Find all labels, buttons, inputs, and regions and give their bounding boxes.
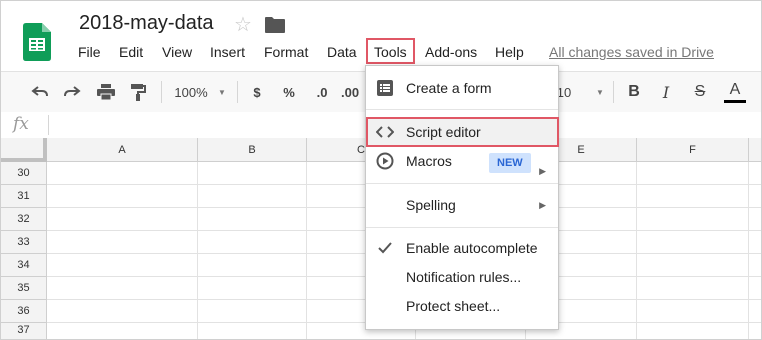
menu-item-protect-sheet[interactable]: Protect sheet... xyxy=(366,292,558,320)
menu-help[interactable]: Help xyxy=(488,41,531,63)
menu-item-label: Notification rules... xyxy=(406,269,522,285)
menu-item-create-form[interactable]: Create a form xyxy=(366,74,558,102)
submenu-arrow-icon: ▶ xyxy=(539,200,546,210)
column-header-a[interactable]: A xyxy=(47,138,198,162)
menu-item-label: Script editor xyxy=(406,124,481,140)
menu-file[interactable]: File xyxy=(71,41,108,63)
menu-item-notification-rules[interactable]: Notification rules... xyxy=(366,263,558,291)
row-header-34[interactable]: 34 xyxy=(1,254,47,277)
tools-menu: Create a form Script editor Macros NEW ▶… xyxy=(365,65,559,330)
submenu-arrow-icon: ▶ xyxy=(539,166,546,176)
fx-icon: fx xyxy=(13,114,29,134)
menu-insert[interactable]: Insert xyxy=(203,41,252,63)
app-window: 2018-may-data ☆ File Edit View Insert Fo… xyxy=(0,0,762,340)
row-header-36[interactable]: 36 xyxy=(1,300,47,323)
menu-item-script-editor[interactable]: Script editor xyxy=(366,117,559,147)
column-header-b[interactable]: B xyxy=(198,138,307,162)
play-circle-icon xyxy=(376,152,394,170)
text-color-label: A xyxy=(729,80,741,98)
row-header-35[interactable]: 35 xyxy=(1,277,47,300)
menu-item-label: Protect sheet... xyxy=(406,298,501,314)
row-header-30[interactable]: 30 xyxy=(1,162,47,185)
row-header-32[interactable]: 32 xyxy=(1,208,47,231)
decrease-decimal-button[interactable]: .0 xyxy=(309,72,335,112)
redo-icon[interactable] xyxy=(59,72,85,112)
folder-icon[interactable] xyxy=(265,17,285,38)
sheets-logo-icon[interactable] xyxy=(23,23,51,61)
font-size-select[interactable]: 10 xyxy=(557,72,571,112)
print-icon[interactable] xyxy=(93,72,119,112)
column-header-f[interactable]: F xyxy=(637,138,749,162)
text-color-swatch xyxy=(724,99,746,103)
menu-tools[interactable]: Tools xyxy=(366,38,415,64)
save-status-link[interactable]: All changes saved in Drive xyxy=(549,41,714,63)
code-icon xyxy=(376,124,394,140)
paint-format-icon[interactable] xyxy=(125,72,151,112)
document-title[interactable]: 2018-may-data xyxy=(79,12,214,35)
font-size-dropdown-icon[interactable]: ▼ xyxy=(593,72,607,112)
select-all-corner[interactable] xyxy=(1,138,47,162)
zoom-dropdown-icon[interactable]: ▼ xyxy=(215,72,229,112)
menu-item-macros[interactable]: Macros NEW ▶ xyxy=(366,147,558,176)
text-color-button[interactable]: A xyxy=(723,72,747,112)
bold-button[interactable]: B xyxy=(623,72,645,112)
row-header-33[interactable]: 33 xyxy=(1,231,47,254)
strikethrough-button[interactable]: S xyxy=(689,72,711,112)
increase-decimal-button[interactable]: .00 xyxy=(341,72,365,112)
menu-item-enable-autocomplete[interactable]: Enable autocomplete xyxy=(366,234,558,262)
menu-view[interactable]: View xyxy=(155,41,199,63)
menu-item-label: Enable autocomplete xyxy=(406,240,538,256)
row-header-37[interactable]: 37 xyxy=(1,323,47,339)
undo-icon[interactable] xyxy=(27,72,53,112)
italic-button[interactable]: I xyxy=(655,72,677,112)
menu-item-label: Spelling xyxy=(406,197,456,213)
check-icon xyxy=(376,240,394,256)
menu-format[interactable]: Format xyxy=(257,41,315,63)
menu-item-spelling[interactable]: Spelling ▶ xyxy=(366,191,558,219)
format-currency-button[interactable]: $ xyxy=(246,72,268,112)
column-header-g[interactable] xyxy=(749,138,761,162)
form-icon xyxy=(376,80,394,96)
menu-addons[interactable]: Add-ons xyxy=(418,41,484,63)
format-percent-button[interactable]: % xyxy=(278,72,300,112)
new-badge: NEW xyxy=(489,153,531,173)
menu-edit[interactable]: Edit xyxy=(112,41,150,63)
menu-item-label: Create a form xyxy=(406,80,492,96)
zoom-select[interactable]: 100% xyxy=(171,72,211,112)
row-header-31[interactable]: 31 xyxy=(1,185,47,208)
menu-data[interactable]: Data xyxy=(320,41,364,63)
star-icon[interactable]: ☆ xyxy=(234,12,252,37)
menu-item-label: Macros xyxy=(406,153,452,169)
